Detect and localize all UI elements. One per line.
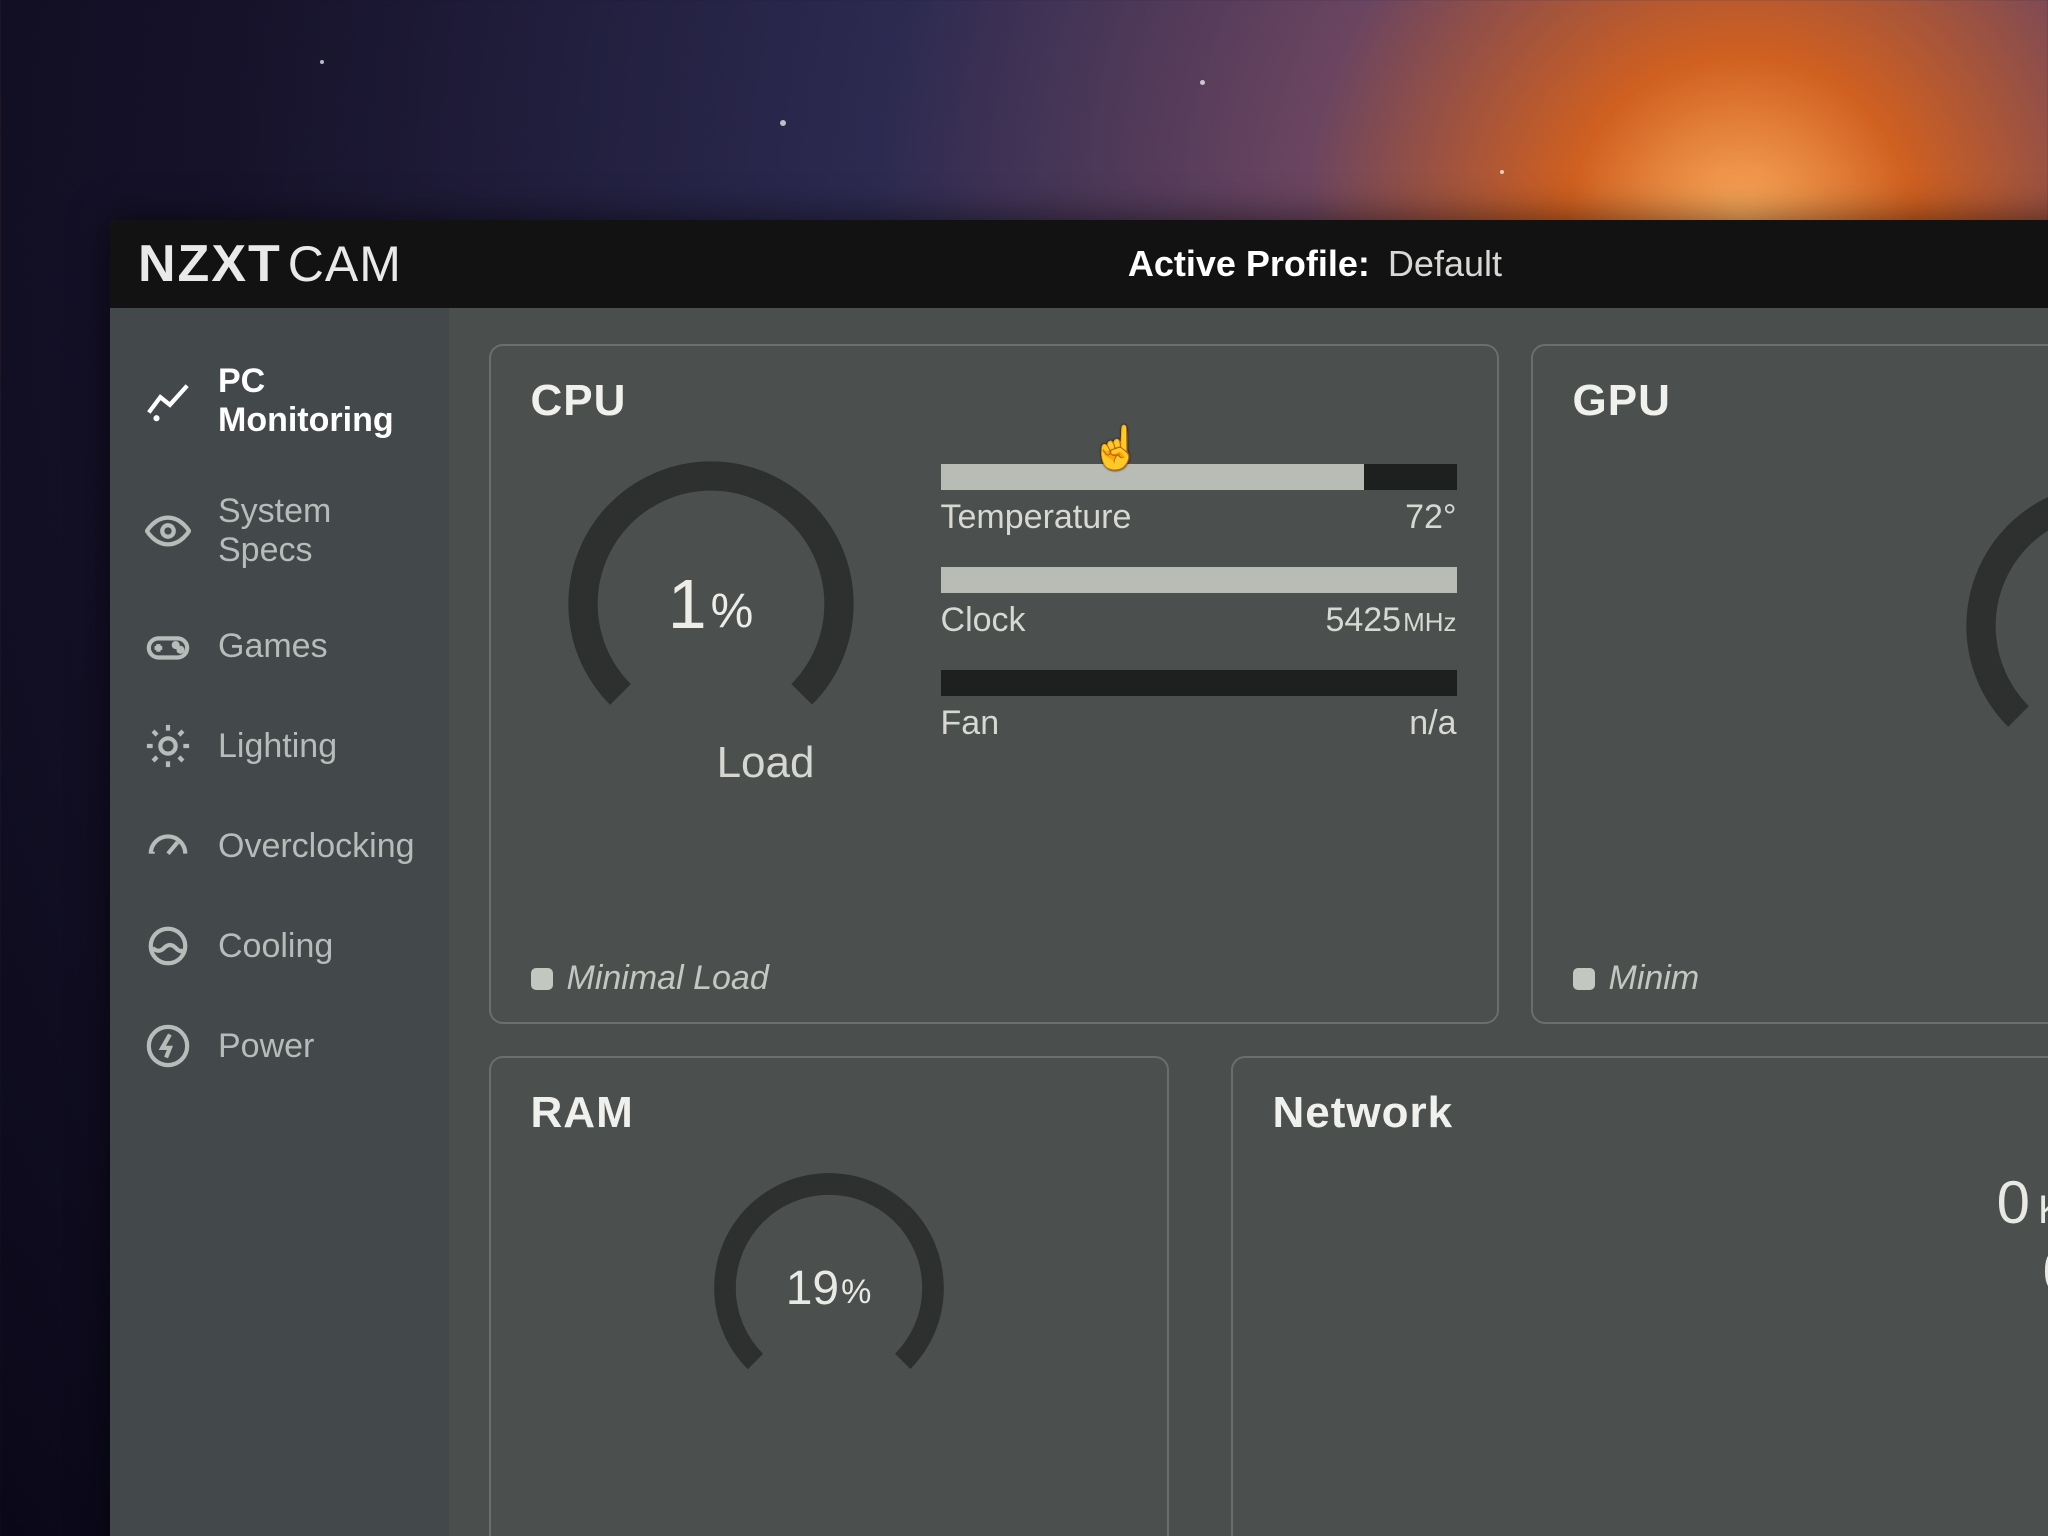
network-up-value: 0 xyxy=(1997,1168,2030,1237)
cpu-temperature-metric: Temperature 72° xyxy=(941,464,1457,537)
app-body: PC Monitoring System Specs Games Lightin… xyxy=(110,308,2048,1536)
cpu-status: Minimal Load xyxy=(531,959,769,998)
cpu-load-gauge: 1 % Load xyxy=(531,444,891,788)
network-down-value: 0 xyxy=(2043,1237,2048,1306)
ram-load-gauge: 19 % xyxy=(699,1158,959,1418)
app-window: NZXT CAM Active Profile: Default PC Moni… xyxy=(110,220,2048,1536)
sidebar-item-label: Games xyxy=(218,627,328,666)
cpu-fan-metric: Fan n/a xyxy=(941,670,1457,743)
sidebar-item-label: PC Monitoring xyxy=(218,362,415,440)
cpu-clock-bar xyxy=(941,567,1457,593)
sidebar: PC Monitoring System Specs Games Lightin… xyxy=(110,308,449,1536)
main-content: CPU 1 % Load xyxy=(449,308,2048,1536)
brand-light: CAM xyxy=(288,235,402,293)
sidebar-item-label: Overclocking xyxy=(218,827,415,866)
water-level-icon xyxy=(144,922,192,970)
sidebar-item-system-specs[interactable]: System Specs xyxy=(110,466,449,596)
sidebar-item-overclocking[interactable]: Overclocking xyxy=(110,796,449,896)
titlebar: NZXT CAM Active Profile: Default xyxy=(110,220,2048,308)
network-up-unit: KB/s xyxy=(2038,1188,2048,1233)
gpu-card[interactable]: GPU Minim xyxy=(1531,344,2048,1024)
status-indicator-icon xyxy=(1573,968,1595,990)
brand-bold: NZXT xyxy=(138,234,282,294)
status-indicator-icon xyxy=(531,968,553,990)
cpu-fan-value: n/a xyxy=(1409,704,1456,743)
sidebar-item-label: Lighting xyxy=(218,727,337,766)
cpu-metrics: Temperature 72° Clock 5425MHz xyxy=(941,444,1457,788)
cpu-clock-value: 5425 xyxy=(1325,601,1401,639)
sidebar-item-label: System Specs xyxy=(218,492,415,570)
cpu-card[interactable]: CPU 1 % Load xyxy=(489,344,1499,1024)
chart-line-icon xyxy=(144,377,192,425)
active-profile[interactable]: Active Profile: Default xyxy=(1128,243,1502,285)
sidebar-item-pc-monitoring[interactable]: PC Monitoring xyxy=(110,336,449,466)
percent-sign: % xyxy=(841,1273,871,1312)
cpu-clock-unit: MHz xyxy=(1403,607,1456,637)
gauge-icon xyxy=(144,822,192,870)
cpu-temperature-label: Temperature xyxy=(941,498,1132,537)
percent-sign: % xyxy=(711,584,754,639)
active-profile-label: Active Profile: xyxy=(1128,243,1370,285)
ram-load-value: 19 xyxy=(786,1261,839,1316)
gamepad-icon xyxy=(144,622,192,670)
network-upload: 0 KB/s ↑ xyxy=(1273,1168,2048,1237)
sidebar-item-label: Cooling xyxy=(218,927,333,966)
cpu-load-value: 1 xyxy=(668,564,707,644)
cpu-temperature-bar xyxy=(941,464,1457,490)
active-profile-value: Default xyxy=(1388,243,1502,285)
cpu-temperature-value: 72° xyxy=(1405,498,1456,537)
gpu-status: Minim xyxy=(1573,959,1700,998)
sidebar-item-games[interactable]: Games xyxy=(110,596,449,696)
cpu-fan-bar xyxy=(941,670,1457,696)
sidebar-item-cooling[interactable]: Cooling xyxy=(110,896,449,996)
sidebar-item-label: Power xyxy=(218,1027,314,1066)
network-title: Network xyxy=(1273,1088,2048,1138)
cpu-fan-label: Fan xyxy=(941,704,1000,743)
app-brand: NZXT CAM xyxy=(138,234,402,294)
sidebar-item-power[interactable]: Power xyxy=(110,996,449,1096)
sidebar-item-lighting[interactable]: Lighting xyxy=(110,696,449,796)
gpu-title: GPU xyxy=(1573,376,2048,426)
cpu-clock-metric: Clock 5425MHz xyxy=(941,567,1457,640)
gpu-status-text: Minim xyxy=(1609,959,1700,998)
cpu-status-text: Minimal Load xyxy=(567,959,769,998)
network-card[interactable]: Network 0 KB/s ↑ 0 KB/s xyxy=(1231,1056,2048,1536)
cpu-clock-label: Clock xyxy=(941,601,1026,640)
sun-icon xyxy=(144,722,192,770)
bolt-icon xyxy=(144,1022,192,1070)
network-download: 0 KB/s xyxy=(1273,1237,2048,1306)
eye-icon xyxy=(144,507,192,555)
ram-card[interactable]: RAM 19 % xyxy=(489,1056,1169,1536)
